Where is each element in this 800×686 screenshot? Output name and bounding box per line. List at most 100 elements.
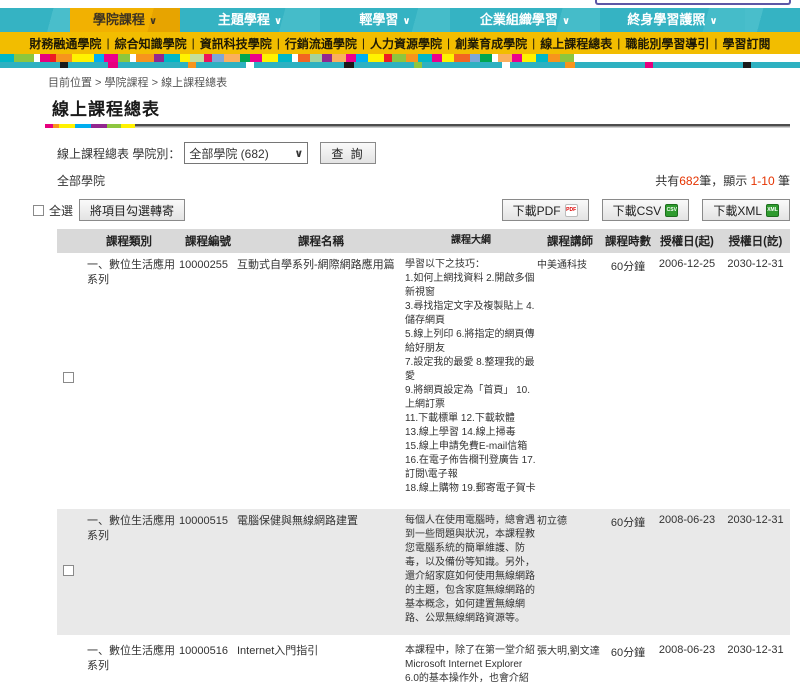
header-cell-1: 課程編號 — [185, 236, 231, 248]
nav-tab-4[interactable]: 終身學習護照 ∨ — [600, 8, 745, 32]
nav-tab-3[interactable]: 企業組織學習 ∨ — [450, 8, 600, 32]
nav-tab-label: 輕學習 — [359, 12, 399, 27]
cell-date-end: 2030-12-31 — [727, 644, 784, 656]
page: 學院課程 ∨ 主題學程 ∨ 輕學習 ∨ 企業組織學習 ∨ 終身學習護照 ∨ 財務融通學院 | 綜合知識… — [0, 0, 800, 686]
scope-row: 全部學院 共有682筆，顯示 1-10 筆 — [57, 172, 790, 189]
mosaic-segment — [406, 54, 418, 62]
mosaic-segment — [322, 54, 332, 62]
mosaic-segment — [332, 54, 346, 62]
cell-name: Internet入門指引 — [237, 645, 319, 657]
chevron-down-icon: ∨ — [709, 16, 718, 27]
cell-instructor: 初立德 — [537, 516, 567, 527]
cell-instructor: 張大明,劉文達 — [537, 646, 600, 657]
cell-date-start: 2006-12-25 — [658, 258, 716, 270]
submenu-link[interactable]: 職能別學習導引 — [625, 35, 709, 52]
submenu-separator: | — [106, 36, 110, 50]
mosaic-segment — [136, 54, 154, 62]
chevron-down-icon: ∨ — [561, 16, 571, 27]
mosaic-segment — [154, 54, 164, 62]
summary-suffix: 筆 — [774, 174, 790, 188]
submenu-separator: | — [617, 36, 621, 50]
cell-category-text: 一、數位生活應用系列 — [87, 515, 175, 542]
cell-hours: 60分鐘 — [610, 261, 646, 273]
select-all-checkbox[interactable] — [33, 204, 44, 216]
mosaic-segment — [392, 54, 406, 62]
download-pdf-button[interactable]: 下載PDF PDF — [501, 199, 589, 221]
cell-outline: 每個人在使用電腦時，總會遇到一些問題與狀況，本課程教您電腦系統的簡單維護、防毒，… — [405, 515, 535, 624]
forward-selected-button[interactable]: 將項目勾選轉寄 — [79, 199, 186, 221]
select-all-label: 全選 — [49, 203, 74, 218]
submenu-link[interactable]: 人力資源學院 — [370, 35, 442, 52]
top-search-box[interactable] — [595, 0, 791, 5]
filter-label: 線上課程總表 學院別： — [57, 146, 181, 161]
download-xml-button[interactable]: 下載XML XML — [702, 199, 790, 221]
cell-hours: 60分鐘 — [610, 647, 646, 659]
row-checkbox[interactable] — [62, 564, 74, 576]
submenu-link[interactable]: 資訊科技學院 — [200, 35, 272, 52]
summary-total: 682 — [679, 174, 700, 188]
table-row: 一、數位生活應用系列 10000255 互動式自學系列-網際網路應用篇 學習以下之技巧… — [57, 253, 790, 505]
mosaic-segment — [72, 54, 94, 62]
download-button-label: 下載PDF — [512, 203, 561, 218]
download-button-label: 下載CSV — [612, 203, 662, 218]
header-cell-5: 課程時數 — [605, 236, 651, 248]
submenu-link[interactable]: 財務融通學院 — [29, 35, 101, 52]
cell-name: 電腦保健與無線網路建置 — [237, 515, 358, 527]
submenu-separator: | — [532, 36, 536, 50]
nav-tab-label: 企業組織學習 — [479, 12, 558, 27]
nav-tab-2[interactable]: 輕學習 ∨ — [320, 8, 450, 32]
header-cell-4: 課程講師 — [547, 236, 593, 248]
filter-row: 線上課程總表 學院別： 全部學院 (682) ∨ 查 詢 — [57, 142, 800, 164]
mosaic-segment — [548, 54, 560, 62]
nav-tab-label: 主題學程 — [217, 12, 270, 27]
header-cell-2: 課程名稱 — [298, 236, 344, 248]
title-divider-line — [135, 124, 790, 128]
nav-spacer — [745, 8, 800, 32]
header-cell-3: 課程大綱 — [451, 235, 491, 246]
nav-tab-0[interactable]: 學院課程 ∨ — [70, 8, 180, 32]
header-cell-6: 授權日(起) — [660, 236, 714, 248]
summary-middle: 筆，顯示 — [699, 174, 751, 188]
header-cell-7: 授權日(訖) — [728, 236, 783, 248]
pdf-file-icon: PDF — [564, 203, 578, 217]
title-divider-colors — [45, 124, 135, 128]
mosaic-segment — [418, 54, 432, 62]
college-select[interactable]: 全部學院 (682) ∨ — [184, 142, 309, 164]
mosaic-segment — [180, 54, 190, 62]
row-checkbox-cell — [57, 644, 79, 686]
summary-prefix: 共有 — [655, 174, 680, 188]
submenu-link[interactable]: 創業育成學院 — [455, 35, 527, 52]
mosaic-segment — [0, 54, 14, 62]
table-body: 一、數位生活應用系列 10000255 互動式自學系列-網際網路應用篇 學習以下之技巧… — [57, 253, 790, 686]
submenu-link[interactable]: 學習訂閱 — [723, 35, 771, 52]
mosaic-segment — [204, 54, 212, 62]
search-button[interactable]: 查 詢 — [320, 142, 376, 164]
nav-spacer — [0, 8, 70, 32]
mosaic-segment — [498, 54, 512, 62]
mosaic-segment — [190, 54, 204, 62]
row-checkbox[interactable] — [62, 371, 74, 383]
download-csv-button[interactable]: 下載CSV CSV — [601, 199, 690, 221]
mosaic-segment — [224, 54, 240, 62]
mosaic-segment — [454, 54, 470, 62]
title-divider — [45, 124, 790, 128]
breadcrumb: 目前位置 > 學院課程 > 線上課程總表 — [48, 77, 228, 89]
mosaic-segment — [104, 54, 118, 62]
cell-instructor: 中美通科技 — [537, 260, 587, 271]
nav-tab-label: 終身學習護照 — [627, 12, 706, 27]
nav-tab-1[interactable]: 主題學程 ∨ — [180, 8, 320, 32]
content-area: 目前位置 > 學院課程 > 線上課程總表 線上課程總表 線上課程總表 學院別： … — [0, 68, 800, 686]
college-select-value: 全部學院 (682) — [189, 146, 269, 161]
mosaic-segment — [368, 54, 384, 62]
submenu-link[interactable]: 行銷流通學院 — [285, 35, 357, 52]
submenu-link[interactable]: 綜合知識學院 — [115, 35, 187, 52]
mosaic-segment — [480, 54, 492, 62]
chevron-down-icon: ∨ — [273, 16, 283, 27]
submenu-separator: | — [714, 36, 718, 50]
cell-date-end: 2030-12-31 — [727, 258, 784, 270]
submenu-link[interactable]: 線上課程總表 — [540, 35, 612, 52]
main-nav: 學院課程 ∨ 主題學程 ∨ 輕學習 ∨ 企業組織學習 ∨ 終身學習護照 ∨ — [0, 8, 800, 32]
cell-date-start: 2008-06-23 — [658, 514, 716, 526]
mosaic-segment — [262, 54, 278, 62]
cell-hours: 60分鐘 — [610, 517, 646, 529]
